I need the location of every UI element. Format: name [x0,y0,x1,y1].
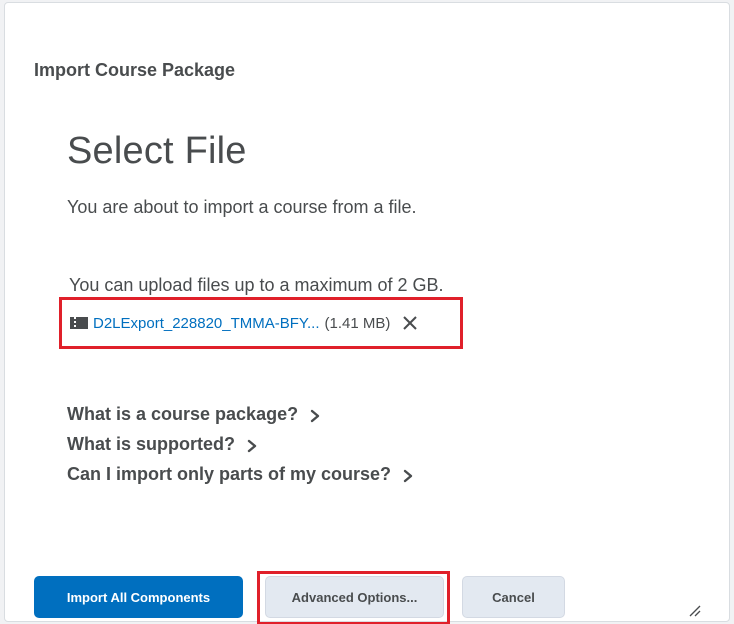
advanced-options-button[interactable]: Advanced Options... [265,576,444,618]
intro-text: You are about to import a course from a … [67,197,417,217]
remove-file-button[interactable] [400,313,420,333]
help-link-label: What is a course package? [67,403,299,424]
help-link-course-package[interactable]: What is a course package? [67,399,413,429]
help-link-label: Can I import only parts of my course? [67,463,392,484]
help-link-label: What is supported? [67,433,235,454]
file-size: (1.41 MB) [324,314,391,332]
import-course-dialog: Import Course Package Select File You ar… [4,2,730,624]
chevron-right-icon [247,437,257,453]
resize-handle-icon[interactable] [687,603,701,617]
cancel-button[interactable]: Cancel [462,576,565,618]
selected-file-row: D2LExport_228820_TMMA-BFY... (1.41 MB) [59,297,463,349]
help-links: What is a course package? What is suppor… [67,399,413,489]
dialog-title: Import Course Package [34,60,236,80]
import-all-components-button[interactable]: Import All Components [34,576,243,618]
help-link-import-parts[interactable]: Can I import only parts of my course? [67,459,413,489]
chevron-right-icon [403,467,413,483]
page-heading: Select File [67,130,247,172]
close-icon [403,316,418,330]
help-link-supported[interactable]: What is supported? [67,429,413,459]
chevron-right-icon [310,407,320,423]
file-archive-icon [70,316,88,330]
file-name-link[interactable]: D2LExport_228820_TMMA-BFY... [93,315,320,332]
upload-limit-text: You can upload files up to a maximum of … [69,275,444,295]
